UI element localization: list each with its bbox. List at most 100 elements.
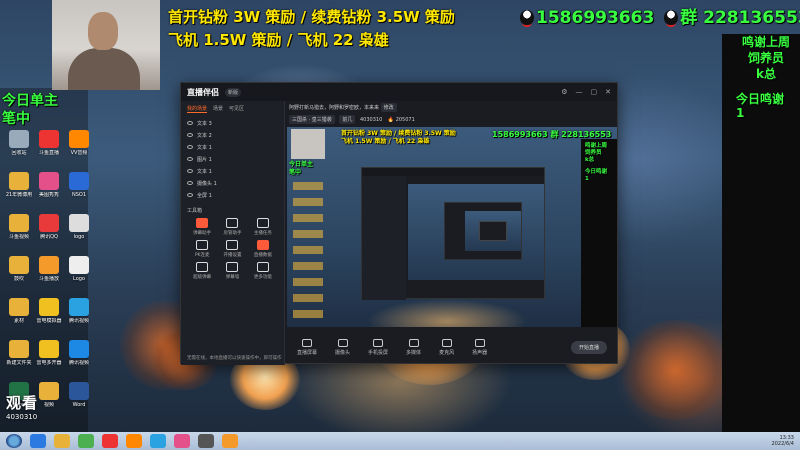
screen-capture-button[interactable]: 直播屏幕 [297,338,317,356]
tool-button[interactable]: 弹幕墙 [219,262,245,280]
tool-button[interactable]: 超级弹幕 [189,262,215,280]
media-player-icon[interactable] [174,434,190,448]
eye-icon[interactable] [187,169,193,173]
scene-item[interactable]: 文本 3 [181,117,284,129]
eye-icon[interactable] [187,145,193,149]
desktop-icon[interactable]: Word [64,382,94,408]
media-icon [408,338,419,347]
tool-icon [256,240,269,250]
tool-button[interactable]: 更多功能 [250,262,276,280]
scene-item[interactable]: 全屏 1 [181,189,284,201]
media-button[interactable]: 多媒体 [406,338,421,356]
toolbox-title: 工具箱 [187,208,203,214]
phone-icon [373,338,384,347]
app-icon [39,256,59,274]
desktop-icon[interactable]: 腾讯视频 [64,340,94,366]
desktop-icon[interactable]: logo [64,214,94,240]
overlay-line2: 飞机 1.5W 策励 / 飞机 22 枭雄 [168,31,389,49]
desktop-icon[interactable]: 视频 [34,382,64,408]
app-icon [9,298,29,316]
microphone-button[interactable]: 麦克风 [439,338,454,356]
app-icon[interactable] [126,434,142,448]
tool-button[interactable]: 直播数据 [250,240,276,258]
folder-icon[interactable] [54,434,70,448]
scene-label: 图片 1 [197,156,212,163]
footer-note: 无需在线，本地直播可以快速操作中，即可操作 [187,356,282,361]
app-logo: 直播伴侣 [187,87,219,97]
desktop-icon[interactable]: 斗鱼视频 [4,214,34,240]
phone-cast-button[interactable]: 手机投屏 [368,338,388,356]
desktop-icon[interactable]: 回收站 [4,130,34,156]
eye-icon[interactable] [187,181,193,185]
start-stream-button[interactable]: 开始直播 [570,340,607,354]
tab-my-scenes[interactable]: 我的场景 [187,105,208,113]
desktop-icon[interactable]: 21年微博用 [4,172,34,198]
tool-button[interactable]: 主播任务 [250,218,276,236]
camera-button[interactable]: 摄像头 [335,338,350,356]
video-icon[interactable] [150,434,166,448]
minimize-icon[interactable]: — [576,88,583,96]
tool-label: 更多功能 [253,275,272,280]
desktop-icon[interactable]: NSO1 [64,172,94,198]
desktop-icon[interactable]: VV音频 [64,130,94,156]
close-icon[interactable]: ✕ [605,88,611,96]
desktop-icon-label: 素材 [13,318,24,324]
edit-title-button[interactable]: 修改 [380,103,397,112]
scene-item[interactable]: 文本 2 [181,129,284,141]
app-icon [39,130,59,148]
desktop-icon-label: 腾讯视频 [68,360,89,366]
tool-button[interactable]: PK连麦 [189,240,215,258]
scene-item[interactable]: 文本 1 [181,141,284,153]
desktop-icon[interactable]: 斗鱼直播 [34,130,64,156]
eye-icon[interactable] [187,157,193,161]
desktop-icon[interactable]: 雷电多开器 [34,340,64,366]
tab-visible[interactable]: 可见区 [229,105,244,113]
tool-label: PK连麦 [194,253,210,258]
tool-button[interactable]: 开播设置 [219,240,245,258]
tool-icon [256,218,269,228]
desktop-icon[interactable]: 雷电模拟器 [34,298,64,324]
rank-tag: 前几 [339,115,356,124]
maximize-icon[interactable]: ▢ [591,88,598,96]
streaming-app-window: 直播伴侣 新版 ⚙ — ▢ ✕ 我的场景 场景 可见区 文本 3 文本 2 文本 1… [180,82,618,365]
category-tag[interactable]: 三国杀 · 皇三猎袭 [289,115,335,124]
stat-label: 观看 [6,394,39,412]
speaker-button[interactable]: 扬声器 [472,338,487,356]
desktop-icon-label: 斗鱼播放 [38,276,59,282]
desktop-icon[interactable]: Logo [64,256,94,282]
stream-app-taskbar-icon[interactable] [198,434,214,448]
chrome-icon[interactable] [78,434,94,448]
desktop-icon[interactable]: 腾讯视频 [64,298,94,324]
tool-icon [196,262,209,272]
preview-thanks: 鸣谢上周 饲养员 k总 今日鸣谢 1 [585,143,608,182]
tool-button[interactable]: 房管助手 [219,218,245,236]
scene-item[interactable]: 摄像头 1 [181,177,284,189]
eye-icon[interactable] [187,193,193,197]
scene-item[interactable]: 图片 1 [181,153,284,165]
scene-item[interactable]: 文本 1 [181,165,284,177]
tool-button[interactable]: 弹幕助手 [189,218,215,236]
hot-count: 205071 [395,117,415,123]
tab-scenes[interactable]: 场景 [213,105,223,113]
douyu-icon[interactable] [102,434,118,448]
version-badge[interactable]: 新版 [225,87,242,97]
app-icon [39,340,59,358]
start-button[interactable] [6,434,22,448]
desktop-icon-label: 雷电多开器 [36,360,62,366]
tool-icon[interactable] [222,434,238,448]
desktop-icon[interactable]: 素材 [4,298,34,324]
ie-icon[interactable] [30,434,46,448]
thanks-panel: 鸣谢上周 饲养员 k总 [741,35,790,81]
scene-panel: 我的场景 场景 可见区 文本 3 文本 2 文本 1 图片 1 文本 1 摄像头 1 全屏 … [181,101,285,365]
eye-icon[interactable] [187,121,193,125]
eye-icon[interactable] [187,133,193,137]
desktop-icon[interactable]: 腾讯QQ [34,214,64,240]
desktop-icon[interactable]: 美图秀秀 [34,172,64,198]
desktop-icon[interactable]: 新建文件夹 [4,340,34,366]
system-clock[interactable]: 13:33 2022/6/4 [772,435,794,447]
desktop-icon[interactable]: 斗鱼播放 [34,256,64,282]
preview-qq: 1586993663 群 228136553 [492,130,612,139]
desktop-icon[interactable]: 鼓吹 [4,256,34,282]
scene-label: 全屏 1 [197,192,212,199]
settings-icon[interactable]: ⚙ [561,88,567,96]
